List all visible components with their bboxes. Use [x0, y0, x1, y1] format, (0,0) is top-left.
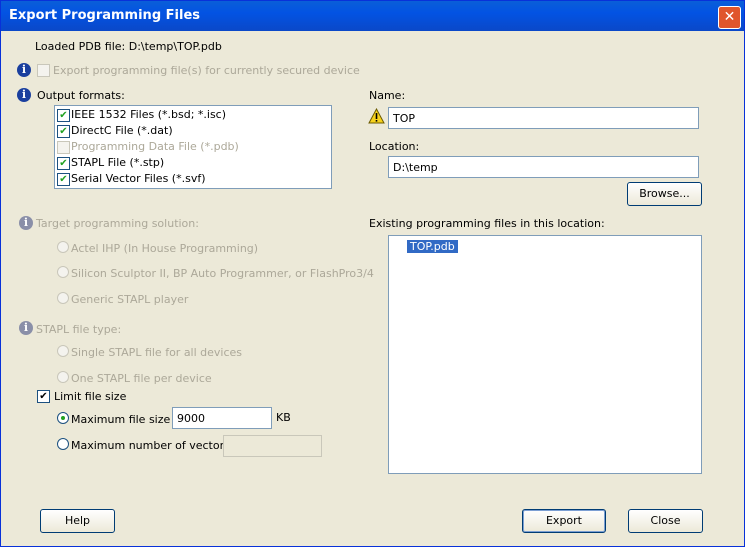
format-item-label: Serial Vector Files (*.svf)	[71, 172, 206, 185]
format-item-ieee1532[interactable]: ✔ IEEE 1532 Files (*.bsd; *.isc)	[57, 108, 227, 122]
browse-button[interactable]: Browse...	[627, 182, 702, 206]
limit-size-checkbox[interactable]: ✔	[37, 390, 50, 403]
max-vectors-label: Maximum number of vectors	[71, 439, 230, 452]
max-vectors-field[interactable]	[223, 435, 322, 457]
stapl-option-label: Single STAPL file for all devices	[71, 346, 243, 359]
secured-device-checkbox[interactable]	[37, 64, 50, 77]
format-checkbox[interactable]: ✔	[57, 109, 70, 122]
output-formats-list: ✔ IEEE 1532 Files (*.bsd; *.isc) ✔ Direc…	[54, 105, 332, 189]
max-size-input[interactable]	[173, 408, 271, 428]
name-label: Name:	[369, 89, 406, 102]
max-size-radio[interactable]	[57, 412, 69, 424]
window-title: Export Programming Files	[9, 8, 200, 23]
format-item-label: Programming Data File (*.pdb)	[71, 140, 239, 153]
loaded-pdb-label: Loaded PDB file: D:\temp\TOP.pdb	[35, 40, 222, 53]
stapl-type-label: STAPL file type:	[36, 323, 122, 336]
location-field[interactable]	[388, 156, 699, 178]
format-checkbox[interactable]: ✔	[57, 125, 70, 138]
name-input[interactable]	[389, 108, 698, 128]
format-item-label: IEEE 1532 Files (*.bsd; *.isc)	[71, 108, 227, 121]
max-vectors-input[interactable]	[224, 436, 321, 456]
format-item-stapl[interactable]: ✔ STAPL File (*.stp)	[57, 156, 165, 170]
format-item-svf[interactable]: ✔ Serial Vector Files (*.svf)	[57, 172, 206, 186]
info-icon: i	[17, 88, 31, 102]
stapl-option-label: One STAPL file per device	[71, 372, 212, 385]
target-solution-label: Target programming solution:	[36, 217, 199, 230]
warning-icon	[368, 108, 385, 124]
kb-unit-label: KB	[276, 411, 291, 424]
format-checkbox[interactable]	[57, 141, 70, 154]
existing-files-list: TOP.pdb	[388, 235, 702, 474]
max-size-field[interactable]	[172, 407, 272, 429]
export-button[interactable]: Export	[522, 509, 606, 533]
help-button[interactable]: Help	[40, 509, 115, 533]
target-option-label: Actel IHP (In House Programming)	[71, 242, 259, 255]
max-vectors-radio[interactable]	[57, 438, 69, 450]
target-option-label: Generic STAPL player	[71, 293, 189, 306]
format-item-directc[interactable]: ✔ DirectC File (*.dat)	[57, 124, 173, 138]
location-input[interactable]	[389, 157, 698, 177]
close-button[interactable]: Close	[628, 509, 703, 533]
info-icon: i	[19, 216, 33, 230]
output-formats-label: Output formats:	[37, 89, 125, 102]
max-size-label: Maximum file size	[71, 413, 171, 426]
info-icon: i	[19, 321, 33, 335]
format-checkbox[interactable]: ✔	[57, 157, 70, 170]
location-label: Location:	[369, 140, 420, 153]
limit-size-label: Limit file size	[54, 390, 127, 403]
existing-files-label: Existing programming files in this locat…	[369, 217, 605, 230]
target-option-label: Silicon Sculptor II, BP Auto Programmer,…	[71, 267, 374, 280]
name-field[interactable]	[388, 107, 699, 129]
secured-device-label: Export programming file(s) for currently…	[53, 64, 360, 77]
close-window-button[interactable]: ✕	[718, 6, 741, 29]
format-checkbox[interactable]: ✔	[57, 173, 70, 186]
target-radio-stapl-player[interactable]	[57, 292, 69, 304]
title-bar[interactable]: Export Programming Files ✕	[1, 1, 744, 31]
format-item-label: STAPL File (*.stp)	[71, 156, 165, 169]
format-item-pdb[interactable]: Programming Data File (*.pdb)	[57, 140, 239, 154]
file-item[interactable]: TOP.pdb	[407, 240, 458, 253]
stapl-radio-per-device[interactable]	[57, 371, 69, 383]
target-radio-sculptor[interactable]	[57, 266, 69, 278]
stapl-radio-single[interactable]	[57, 345, 69, 357]
close-icon: ✕	[723, 9, 736, 25]
info-icon: i	[17, 63, 31, 77]
target-radio-ihp[interactable]	[57, 241, 69, 253]
format-item-label: DirectC File (*.dat)	[71, 124, 173, 137]
